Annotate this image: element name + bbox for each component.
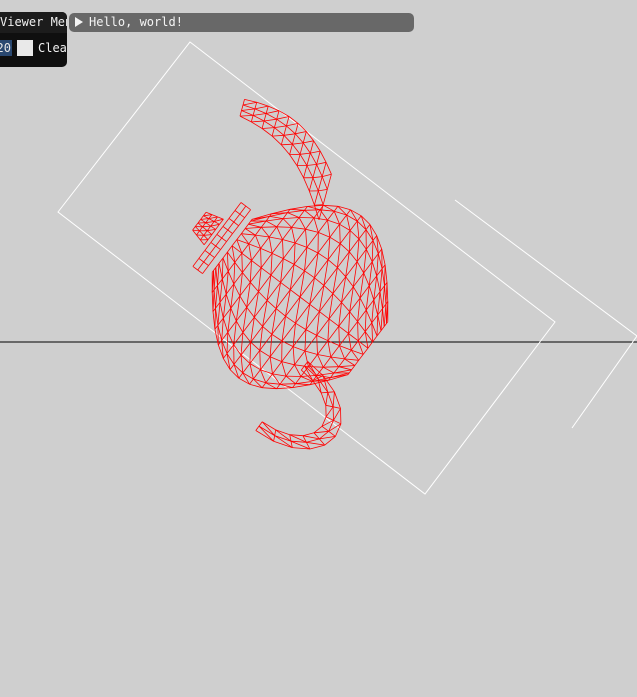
viewer-menu-row: 20 Clear (0, 40, 67, 56)
clear-color-swatch[interactable] (17, 40, 33, 56)
hello-world-window[interactable]: Hello, world! (69, 13, 414, 32)
viewer-menu-title[interactable]: Viewer Menu (0, 12, 67, 33)
collapse-arrow-icon[interactable] (75, 17, 83, 27)
bounding-box-back (454, 199, 637, 429)
clear-label: Clear (38, 41, 67, 55)
hello-world-title: Hello, world! (89, 15, 183, 29)
viewer-menu-window[interactable]: Viewer Menu 20 Clear (0, 12, 67, 67)
number-input-field[interactable]: 20 (0, 40, 12, 56)
viewer-canvas[interactable] (0, 0, 637, 697)
teapot-wireframe (192, 99, 389, 450)
